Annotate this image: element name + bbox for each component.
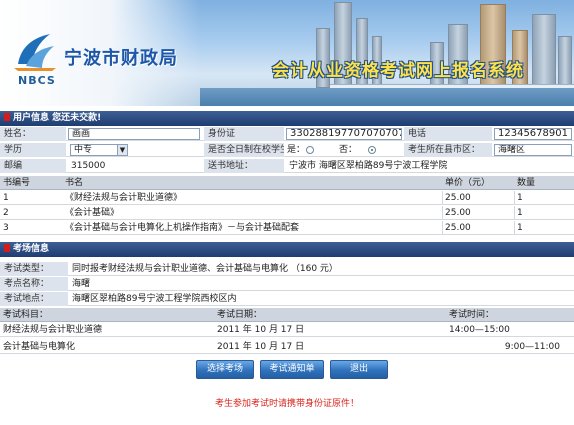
name-field[interactable]: 画画: [68, 128, 200, 140]
exam-col-time: 考试时间：: [449, 310, 495, 320]
book-col-qty: 数量: [517, 178, 536, 188]
system-title: 会计从业资格考试网上报名系统: [272, 61, 524, 81]
exam-section-title: 考场信息: [13, 244, 50, 254]
section-marker-icon: [4, 113, 10, 121]
book-col-title: 书名: [65, 178, 84, 188]
fulltime-no-label: 否：: [339, 145, 358, 155]
book-title: 《财经法规与会计职业道德》: [65, 193, 183, 203]
exam-subject: 会计基础与电算化: [3, 342, 76, 352]
exam-type-value: 同时报考财经法规与会计职业道德、会计基础与电算化 （160 元）: [72, 264, 338, 274]
chevron-down-icon: ▼: [117, 145, 127, 155]
book-title: 《会计基础》: [65, 208, 120, 218]
id-label: 身份证: [204, 127, 284, 141]
phone-label: 电话: [404, 127, 492, 141]
name-label: 姓名：: [0, 127, 66, 141]
exam-col-subject: 考试科目：: [3, 310, 49, 320]
exam-subject: 财经法规与会计职业道德: [3, 325, 103, 335]
postcode-label: 邮编: [0, 159, 66, 173]
address-value: 宁波市 海曙区翠柏路89号宁波工程学院: [289, 161, 448, 171]
address-label: 送书地址：: [204, 159, 284, 173]
fulltime-yes-label: 是：: [287, 145, 306, 155]
phone-field[interactable]: 12345678901: [494, 128, 572, 140]
logo-text: NBCS: [18, 74, 56, 87]
education-value: 中专: [74, 145, 93, 155]
exam-site-row: 考点名称： 海曙: [0, 277, 574, 291]
book-col-id: 书编号: [3, 178, 31, 188]
exam-section-bar: 考场信息: [0, 242, 574, 257]
book-id: 1: [3, 193, 9, 203]
fulltime-yes-radio[interactable]: [306, 146, 314, 154]
section-marker-icon: [4, 244, 10, 252]
book-id: 2: [3, 208, 9, 218]
exam-time: 9:00—11:00: [504, 342, 560, 352]
book-qty: 1: [517, 223, 523, 233]
district-label: 考生所在县市区：: [404, 143, 492, 157]
user-row-address: 邮编 315000 送书地址： 宁波市 海曙区翠柏路89号宁波工程学院: [0, 159, 574, 173]
nbcs-logo-icon: [14, 34, 56, 71]
agency-name: 宁波市财政局: [64, 48, 178, 69]
postcode-value: 315000: [71, 161, 106, 171]
exam-col-date: 考试日期：: [217, 310, 263, 320]
book-title: 《会计基础与会计电算化上机操作指南》－与会计基础配套: [65, 223, 300, 233]
id-card-notice: 考生参加考试时请携带身份证原件！: [214, 399, 359, 409]
user-section-title: 用户信息 您还未交款!: [13, 113, 102, 123]
exam-type-row: 考试类型： 同时报考财经法规与会计职业道德、会计基础与电算化 （160 元）: [0, 262, 574, 276]
education-label: 学历: [0, 143, 66, 157]
exam-notice-button[interactable]: 考试通知单: [260, 360, 324, 379]
id-field[interactable]: 330288197707070707: [286, 128, 402, 140]
exam-date: 2011 年 10 月 17 日: [217, 325, 305, 335]
exam-type-label: 考试类型：: [0, 262, 68, 276]
fulltime-no-radio[interactable]: [368, 146, 376, 154]
exam-site-value: 海曙: [72, 279, 91, 289]
book-col-price: 单价（元）: [445, 178, 491, 188]
book-table-header: 书编号 书名 单价（元） 数量: [0, 176, 574, 190]
building: [558, 36, 572, 88]
exam-date: 2011 年 10 月 17 日: [217, 342, 305, 352]
exam-location-label: 考试地点：: [0, 292, 68, 306]
building: [532, 14, 556, 88]
fulltime-label: 是否全日制在校学生：: [204, 143, 284, 157]
user-section-bar: 用户信息 您还未交款!: [0, 111, 574, 126]
book-id: 3: [3, 223, 9, 233]
book-price: 25.00: [445, 193, 471, 203]
header-banner: NBCS 宁波市财政局 会计从业资格考试网上报名系统: [0, 0, 574, 106]
choose-site-button[interactable]: 选择考场: [196, 360, 254, 379]
river: [200, 88, 574, 106]
district-field[interactable]: 海曙区: [494, 144, 572, 156]
exam-row: 会计基础与电算化 2011 年 10 月 17 日 9:00—11:00: [0, 340, 574, 354]
book-row: 2 《会计基础》 25.00 1: [0, 206, 574, 220]
book-row: 3 《会计基础与会计电算化上机操作指南》－与会计基础配套 25.00 1: [0, 221, 574, 235]
exit-button[interactable]: 退出: [330, 360, 388, 379]
book-row: 1 《财经法规与会计职业道德》 25.00 1: [0, 191, 574, 205]
book-price: 25.00: [445, 208, 471, 218]
user-row-name: 姓名： 画画 身份证 330288197707070707 电话 1234567…: [0, 127, 574, 141]
exam-row: 财经法规与会计职业道德 2011 年 10 月 17 日 14:00—15:00: [0, 323, 574, 337]
exam-site-label: 考点名称：: [0, 277, 68, 291]
book-qty: 1: [517, 208, 523, 218]
exam-location-row: 考试地点： 海曙区翠柏路89号宁波工程学院西校区内: [0, 292, 574, 306]
book-qty: 1: [517, 193, 523, 203]
book-price: 25.00: [445, 223, 471, 233]
education-select[interactable]: 中专 ▼: [70, 144, 128, 156]
exam-location-value: 海曙区翠柏路89号宁波工程学院西校区内: [72, 294, 237, 304]
exam-table-header: 考试科目： 考试日期： 考试时间：: [0, 308, 574, 322]
user-row-education: 学历 中专 ▼ 是否全日制在校学生： 是： 否： 考生所在县市区： 海曙区: [0, 143, 574, 157]
exam-time: 14:00—15:00: [449, 325, 510, 335]
